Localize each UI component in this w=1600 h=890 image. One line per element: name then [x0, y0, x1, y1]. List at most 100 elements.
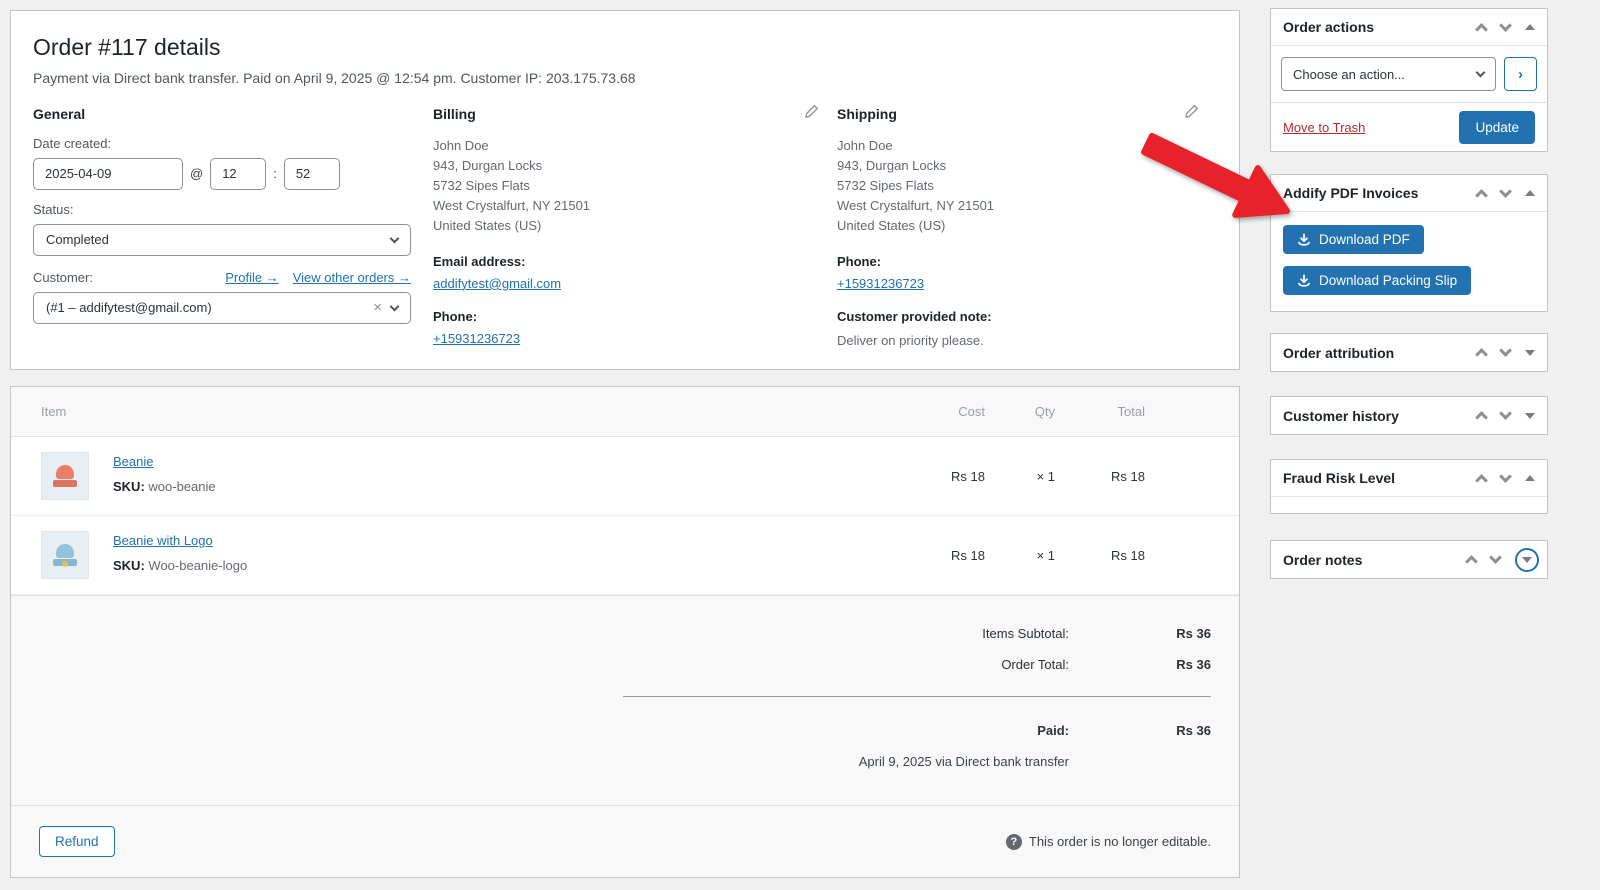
order-edit-page: { "page": { "title": "Order #117 details… — [0, 0, 1600, 890]
product-link[interactable]: Beanie with Logo — [113, 533, 213, 548]
action-select[interactable]: Choose an action... — [1281, 57, 1496, 91]
shipping-heading: Shipping — [837, 106, 1205, 122]
order-notes-panel: Order notes — [1270, 540, 1548, 579]
minute-input[interactable] — [284, 158, 340, 190]
help-icon[interactable]: ? — [1006, 834, 1022, 850]
panel-controls — [1477, 409, 1535, 422]
collapse-toggle-icon[interactable] — [1525, 413, 1535, 419]
edit-billing-icon[interactable] — [804, 104, 819, 122]
download-pdf-button[interactable]: Download PDF — [1283, 225, 1424, 254]
order-data-panel: Order #117 details Payment via Direct ba… — [10, 10, 1240, 370]
sku-label: SKU: — [113, 558, 145, 573]
product-link[interactable]: Beanie — [113, 454, 153, 469]
collapse-toggle-icon[interactable] — [1525, 475, 1535, 481]
at-separator: @ — [190, 166, 203, 181]
order-items-panel: Item Cost Qty Total Beanie SKU: woo-bean… — [10, 386, 1240, 878]
move-down-icon[interactable] — [1499, 407, 1512, 420]
shipping-address-line: 943, Durgan Locks — [837, 156, 1205, 176]
profile-link[interactable]: Profile → — [225, 270, 278, 285]
totals-row: Order Total: Rs 36 — [39, 657, 1211, 672]
billing-address-line: United States (US) — [433, 216, 807, 236]
date-created-input[interactable] — [33, 158, 183, 190]
download-packing-slip-button[interactable]: Download Packing Slip — [1283, 266, 1471, 295]
move-down-icon[interactable] — [1489, 551, 1502, 564]
order-attribution-panel: Order attribution — [1270, 333, 1548, 372]
refund-button[interactable]: Refund — [39, 826, 115, 857]
customer-label: Customer: — [33, 270, 93, 285]
item-qty: × 1 — [985, 548, 1055, 563]
shipping-phone-link[interactable]: +15931236723 — [837, 276, 924, 291]
sku-line: SKU: Woo-beanie-logo — [113, 558, 247, 573]
customer-history-header[interactable]: Customer history — [1271, 397, 1547, 434]
collapse-toggle-icon[interactable] — [1522, 557, 1532, 563]
focused-toggle-ring — [1515, 548, 1539, 572]
chevron-down-icon — [1476, 68, 1486, 78]
move-up-icon[interactable] — [1475, 474, 1488, 487]
move-down-icon[interactable] — [1499, 185, 1512, 198]
col-header-total: Total — [1055, 404, 1145, 419]
download-icon — [1297, 274, 1311, 288]
item-cell: Beanie with Logo SKU: Woo-beanie-logo — [11, 516, 895, 594]
logo-dot — [62, 561, 68, 567]
clear-icon[interactable]: × — [373, 300, 382, 315]
not-editable-notice: ? This order is no longer editable. — [1006, 834, 1211, 850]
move-up-icon[interactable] — [1475, 348, 1488, 361]
general-heading: General — [33, 106, 411, 122]
move-up-icon[interactable] — [1475, 23, 1488, 36]
date-created-label: Date created: — [33, 136, 411, 151]
download-packing-slip-label: Download Packing Slip — [1319, 273, 1457, 288]
fraud-risk-header[interactable]: Fraud Risk Level — [1271, 460, 1547, 497]
move-down-icon[interactable] — [1499, 344, 1512, 357]
collapse-toggle-icon[interactable] — [1525, 190, 1535, 196]
order-actions-panel: Order actions Choose an action... › Move… — [1270, 8, 1548, 152]
status-select[interactable]: Completed — [33, 224, 411, 256]
fraud-risk-panel: Fraud Risk Level — [1270, 459, 1548, 514]
panel-title: Customer history — [1283, 408, 1477, 424]
panel-controls — [1477, 346, 1535, 359]
notice-text: This order is no longer editable. — [1029, 834, 1211, 849]
customer-select[interactable]: (#1 – addifytest@gmail.com) × — [33, 292, 411, 324]
customer-note-text: Deliver on priority please. — [837, 331, 1205, 351]
collapse-toggle-icon[interactable] — [1525, 24, 1535, 30]
status-selected-value: Completed — [46, 232, 109, 247]
customer-selected-value: (#1 – addifytest@gmail.com) — [46, 300, 212, 315]
shipping-address-line: West Crystalfurt, NY 21501 — [837, 196, 1205, 216]
order-notes-header[interactable]: Order notes — [1271, 541, 1547, 578]
panel-title: Addify PDF Invoices — [1283, 185, 1477, 201]
order-attribution-header[interactable]: Order attribution — [1271, 334, 1547, 371]
chevron-down-icon — [390, 301, 400, 311]
move-down-icon[interactable] — [1499, 470, 1512, 483]
collapse-toggle-icon[interactable] — [1525, 350, 1535, 356]
col-header-qty: Qty — [985, 404, 1055, 419]
panel-title: Order notes — [1283, 552, 1467, 568]
edit-shipping-icon[interactable] — [1184, 104, 1199, 122]
move-up-icon[interactable] — [1475, 411, 1488, 424]
shipping-address-line: John Doe — [837, 136, 1205, 156]
shipping-address-line: United States (US) — [837, 216, 1205, 236]
apply-action-button[interactable]: › — [1504, 57, 1537, 91]
move-down-icon[interactable] — [1499, 19, 1512, 32]
view-other-orders-link[interactable]: View other orders → — [293, 270, 411, 285]
move-up-icon[interactable] — [1475, 189, 1488, 202]
move-to-trash-link[interactable]: Move to Trash — [1283, 120, 1365, 135]
billing-email-link[interactable]: addifytest@gmail.com — [433, 276, 561, 291]
move-up-icon[interactable] — [1465, 555, 1478, 568]
panel-controls — [1477, 21, 1535, 34]
update-button[interactable]: Update — [1459, 111, 1535, 144]
totals-divider — [623, 696, 1211, 697]
item-qty: × 1 — [985, 469, 1055, 484]
product-thumbnail — [41, 531, 89, 579]
order-actions-body: Choose an action... › — [1271, 46, 1547, 102]
order-actions-header[interactable]: Order actions — [1271, 9, 1547, 46]
status-label: Status: — [33, 202, 411, 217]
item-total: Rs 18 — [1055, 548, 1145, 563]
pdf-invoices-header[interactable]: Addify PDF Invoices — [1271, 175, 1547, 212]
pdf-invoices-panel: Addify PDF Invoices Download PDF Downloa… — [1270, 174, 1548, 312]
order-total-label: Order Total: — [1001, 657, 1069, 672]
order-actions-bar: Refund ? This order is no longer editabl… — [11, 805, 1239, 877]
item-cell: Beanie SKU: woo-beanie — [11, 437, 895, 515]
billing-phone-link[interactable]: +15931236723 — [433, 331, 520, 346]
billing-address-line: 5732 Sipes Flats — [433, 176, 807, 196]
panel-controls — [1477, 472, 1535, 485]
hour-input[interactable] — [210, 158, 266, 190]
